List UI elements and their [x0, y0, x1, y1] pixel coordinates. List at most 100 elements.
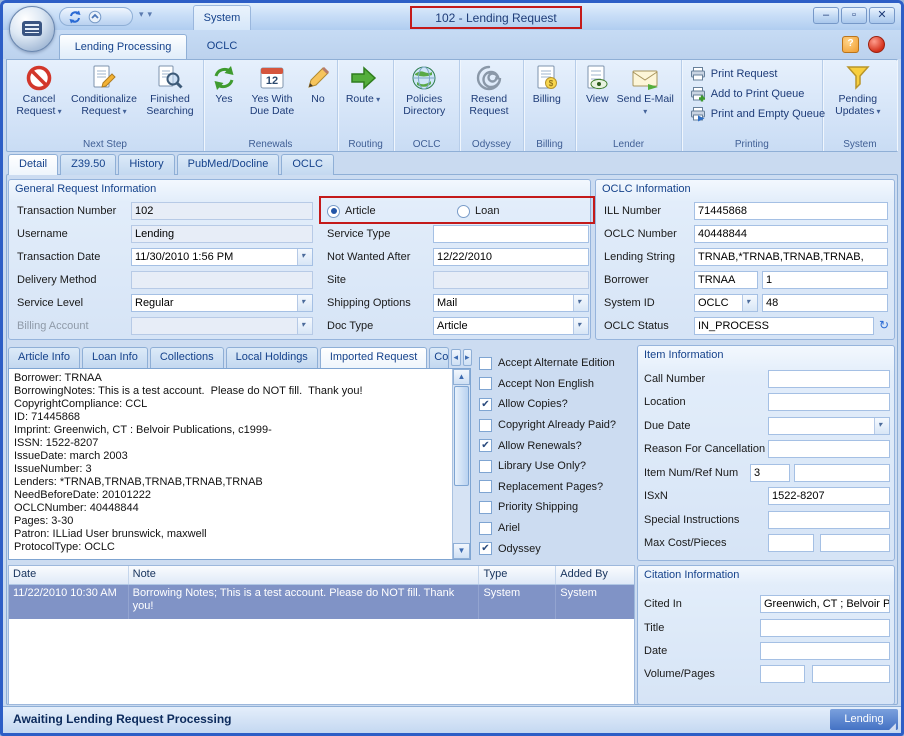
chevron-down-icon[interactable]	[573, 318, 588, 334]
tab-local-holdings[interactable]: Local Holdings	[226, 347, 318, 368]
renewal-yes-due-date-button[interactable]: 12 Yes With Due Date	[241, 62, 303, 134]
imported-request-textarea[interactable]: Borrower: TRNAA BorrowingNotes: This is …	[8, 368, 471, 560]
loan-radio[interactable]: Loan	[457, 202, 499, 220]
tab-collections[interactable]: Collections	[150, 347, 224, 368]
print-and-empty-queue-button[interactable]: Print and Empty Queue	[685, 105, 830, 123]
accept-non-english-checkbox[interactable]	[479, 377, 492, 390]
tab-loan-info[interactable]: Loan Info	[82, 347, 148, 368]
username-field[interactable]: Lending	[131, 225, 313, 243]
tab-system[interactable]: System	[193, 5, 251, 30]
tab-history[interactable]: History	[118, 154, 174, 175]
tab-pubmed-docline[interactable]: PubMed/Docline	[177, 154, 280, 175]
tab-oclc-detail[interactable]: OCLC	[281, 154, 334, 175]
item-num-field[interactable]: 3	[750, 464, 790, 482]
send-email-button[interactable]: Send E-Mail	[615, 62, 675, 134]
pages-field[interactable]	[812, 665, 890, 683]
borrower-count-field[interactable]: 1	[762, 271, 888, 289]
tab-detail[interactable]: Detail	[8, 154, 58, 175]
renewal-yes-button[interactable]: Yes	[207, 62, 241, 134]
odyssey-checkbox[interactable]: ✔	[479, 542, 492, 555]
ref-num-field[interactable]	[794, 464, 890, 482]
copyright-already-paid-checkbox[interactable]	[479, 419, 492, 432]
allow-renewals-checkbox[interactable]: ✔	[479, 439, 492, 452]
oclc-number-field[interactable]: 40448844	[694, 225, 888, 243]
scroll-up-icon[interactable]: ▲	[453, 369, 470, 385]
not-wanted-after-field[interactable]: 12/22/2010	[433, 248, 589, 266]
column-header-date[interactable]: Date	[9, 566, 129, 584]
scrollbar-thumb[interactable]	[454, 386, 469, 486]
tab-scroll-left-icon[interactable]: ◂	[451, 349, 460, 366]
chevron-down-icon[interactable]	[573, 295, 588, 311]
special-instructions-field[interactable]	[768, 511, 890, 529]
billing-account-field[interactable]	[131, 317, 313, 335]
billing-button[interactable]: $ Billing	[527, 62, 567, 134]
citation-title-field[interactable]	[760, 619, 890, 637]
resize-grip-icon[interactable]: ◢	[889, 721, 899, 731]
maximize-button[interactable]: ▫	[841, 7, 867, 24]
library-use-only-checkbox[interactable]	[479, 460, 492, 473]
service-level-field[interactable]: Regular	[131, 294, 313, 312]
finished-searching-button[interactable]: Finished Searching	[140, 62, 200, 134]
tab-lending-processing[interactable]: Lending Processing	[59, 34, 187, 59]
reason-for-cancellation-field[interactable]	[768, 440, 890, 458]
citation-date-field[interactable]	[760, 642, 890, 660]
transaction-number-field[interactable]: 102	[131, 202, 313, 220]
chevron-down-icon[interactable]	[742, 295, 757, 311]
location-field[interactable]	[768, 393, 890, 411]
ariel-checkbox[interactable]	[479, 522, 492, 535]
chevron-down-icon[interactable]	[874, 418, 889, 434]
route-button[interactable]: Route	[341, 62, 385, 134]
help-icon[interactable]: ?	[842, 36, 859, 53]
replacement-pages-checkbox[interactable]	[479, 480, 492, 493]
allow-copies-checkbox[interactable]: ✔	[479, 398, 492, 411]
policies-directory-button[interactable]: Policies Directory	[397, 62, 451, 134]
tab-scroll-right-icon[interactable]: ▸	[463, 349, 472, 366]
print-request-button[interactable]: Print Request	[685, 65, 783, 83]
shipping-options-field[interactable]: Mail	[433, 294, 589, 312]
minimize-button[interactable]: –	[813, 7, 839, 24]
add-to-print-queue-button[interactable]: Add to Print Queue	[685, 85, 810, 103]
tab-oclc[interactable]: OCLC	[193, 34, 251, 59]
undo-circle-icon[interactable]	[88, 10, 102, 24]
tab-imported-request[interactable]: Imported Request	[320, 347, 427, 368]
borrower-field[interactable]: TRNAA	[694, 271, 758, 289]
resend-request-button[interactable]: Resend Request	[463, 62, 515, 134]
article-radio[interactable]: Article	[327, 202, 376, 220]
chevron-down-icon[interactable]	[297, 249, 312, 265]
scroll-down-icon[interactable]: ▼	[453, 543, 470, 559]
column-header-note[interactable]: Note	[129, 566, 480, 584]
priority-shipping-checkbox[interactable]	[479, 501, 492, 514]
transaction-date-field[interactable]: 11/30/2010 1:56 PM	[131, 248, 313, 266]
oclc-status-field[interactable]: IN_PROCESS	[694, 317, 874, 335]
cancel-request-button[interactable]: Cancel Request	[10, 62, 68, 134]
pieces-field[interactable]	[820, 534, 890, 552]
application-menu-button[interactable]	[9, 6, 55, 52]
column-header-type[interactable]: Type	[479, 566, 556, 584]
close-button[interactable]: ✕	[869, 7, 895, 24]
delivery-method-field[interactable]	[131, 271, 313, 289]
column-header-added-by[interactable]: Added By	[556, 566, 634, 584]
exit-icon[interactable]	[868, 36, 885, 53]
renewal-no-button[interactable]: No	[303, 62, 333, 134]
system-id-number-field[interactable]: 48	[762, 294, 888, 312]
doc-type-field[interactable]: Article	[433, 317, 589, 335]
tab-copy-truncated[interactable]: Cop	[429, 347, 449, 368]
accept-alternate-edition-checkbox[interactable]	[479, 357, 492, 370]
system-id-field[interactable]: OCLC	[694, 294, 758, 312]
call-number-field[interactable]	[768, 370, 890, 388]
ill-number-field[interactable]: 71445868	[694, 202, 888, 220]
tab-article-info[interactable]: Article Info	[8, 347, 80, 368]
refresh-status-icon[interactable]: ↻	[879, 318, 889, 332]
lending-string-field[interactable]: TRNAB,*TRNAB,TRNAB,TRNAB,	[694, 248, 888, 266]
cited-in-field[interactable]: Greenwich, CT ; Belvoir P	[760, 595, 890, 613]
tab-z3950[interactable]: Z39.50	[60, 154, 116, 175]
max-cost-field[interactable]	[768, 534, 814, 552]
refresh-icon[interactable]	[68, 10, 82, 24]
due-date-field[interactable]	[768, 417, 890, 435]
conditionalize-request-button[interactable]: Conditionalize Request	[68, 62, 140, 134]
view-button[interactable]: View	[579, 62, 615, 134]
pending-updates-button[interactable]: Pending Updates	[826, 62, 890, 134]
chevron-down-icon[interactable]	[297, 318, 312, 334]
note-row-selected[interactable]: 11/22/2010 10:30 AM Borrowing Notes; Thi…	[9, 585, 634, 619]
site-field[interactable]	[433, 271, 589, 289]
